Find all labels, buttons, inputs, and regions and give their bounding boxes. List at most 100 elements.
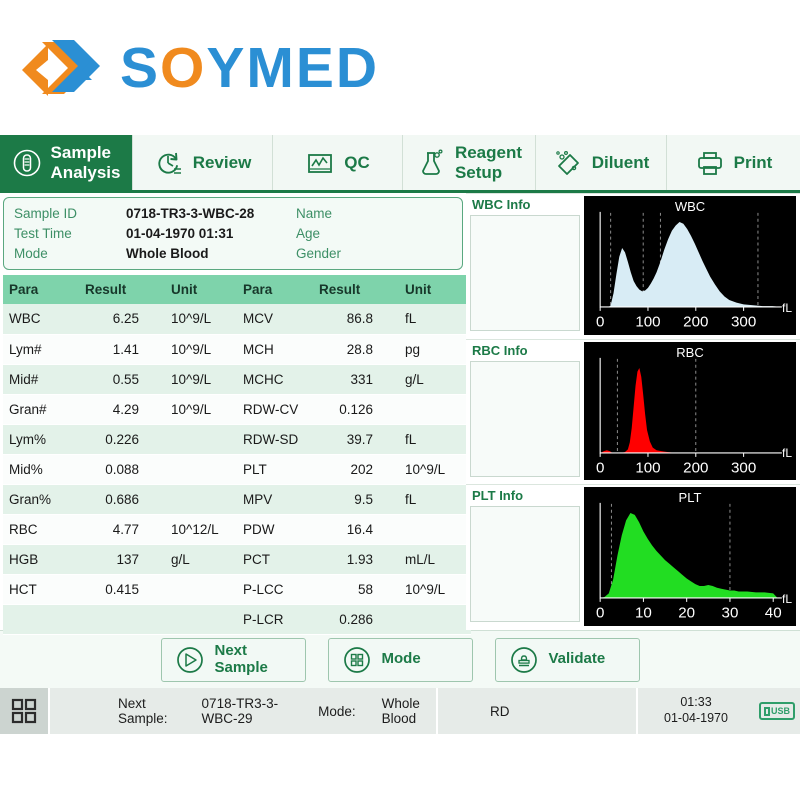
usb-status[interactable]: USB <box>754 688 800 734</box>
diluent-tag-icon <box>555 150 579 175</box>
validate-button-label: Validate <box>548 650 606 668</box>
table-cell: 6.25 <box>79 304 165 335</box>
sample-id-label: Sample ID <box>14 205 78 221</box>
results-column: Sample ID 0718-TR3-3-WBC-28 Name Test Ti… <box>0 193 471 635</box>
table-row[interactable]: Mid% 0.088 PLT 202 10^9/L <box>3 454 471 485</box>
table-cell: MCH <box>237 334 313 365</box>
table-cell: 0.126 <box>313 394 399 425</box>
table-header-cell: Result <box>313 275 399 304</box>
mode-button[interactable]: Mode <box>327 637 473 682</box>
plt-histogram[interactable]: PLT 0 10 20 30 40 fL <box>584 487 796 627</box>
printer-icon <box>697 151 722 175</box>
table-header-row: Para Result Unit Para Result Unit <box>3 275 471 304</box>
history-clock-icon <box>158 152 181 174</box>
table-cell <box>399 604 471 635</box>
grid-circle-icon <box>343 646 370 673</box>
table-cell <box>165 574 237 605</box>
table-cell: Gran% <box>3 484 79 515</box>
table-header-cell: Unit <box>399 275 471 304</box>
test-time-value: 01-04-1970 01:31 <box>126 225 234 241</box>
tab-sample-analysis[interactable]: Sample Analysis <box>0 135 133 190</box>
plt-chart-svg: 0 10 20 30 40 <box>596 503 782 622</box>
table-cell: 9.5 <box>313 484 399 515</box>
chart-tick-label: 20 <box>678 605 695 622</box>
table-cell: 1.93 <box>313 544 399 575</box>
plt-info-pane: PLT Info <box>466 485 584 631</box>
wbc-info-pane: WBC Info <box>466 194 584 339</box>
wbc-info-box <box>470 215 580 331</box>
table-cell <box>165 604 237 635</box>
tab-review-label: Review <box>192 152 252 172</box>
soymed-logo-mark <box>22 39 100 96</box>
brand-o: O <box>160 35 207 100</box>
table-cell: pg <box>399 334 471 365</box>
table-cell: P-LCC <box>237 574 313 605</box>
mode-value: Whole Blood <box>126 245 209 261</box>
main-navigation-tabs: Sample Analysis Review QC Reagent Setup … <box>0 135 800 193</box>
main-content: Sample ID 0718-TR3-3-WBC-28 Name Test Ti… <box>0 193 800 635</box>
table-row[interactable]: Mid# 0.55 10^9/L MCHC 331 g/L <box>3 364 471 395</box>
table-row[interactable]: Gran% 0.686 MPV 9.5 fL <box>3 484 471 515</box>
next-sample-line2: Sample <box>214 658 268 676</box>
table-cell: 10^9/L <box>165 334 237 365</box>
table-cell: 0.415 <box>79 574 165 605</box>
tab-review[interactable]: Review <box>133 135 273 190</box>
table-row[interactable]: P-LCR 0.286 <box>3 604 471 635</box>
wbc-histogram[interactable]: WBC 0 100 200 300 fL <box>584 196 796 335</box>
table-cell: 10^9/L <box>165 394 237 425</box>
sample-id-value: 0718-TR3-3-WBC-28 <box>126 205 255 221</box>
gender-label: Gender <box>296 245 342 261</box>
rbc-info-box <box>470 360 580 477</box>
validate-button[interactable]: Validate <box>494 637 640 682</box>
table-row[interactable]: WBC 6.25 10^9/L MCV 86.8 fL <box>3 304 471 335</box>
table-cell: fL <box>399 304 471 335</box>
wbc-axis-unit: fL <box>781 300 792 315</box>
table-cell: 4.29 <box>79 394 165 425</box>
table-cell: g/L <box>399 364 471 395</box>
table-cell: WBC <box>3 304 79 335</box>
chart-tick-label: 300 <box>731 460 756 477</box>
table-cell: 10^12/L <box>165 514 237 545</box>
tab-print[interactable]: Print <box>667 135 800 190</box>
tab-diluent[interactable]: Diluent <box>536 135 667 190</box>
chart-tick-label: 40 <box>765 605 782 622</box>
table-row[interactable]: Gran# 4.29 10^9/L RDW-CV 0.126 <box>3 394 471 425</box>
table-cell: 58 <box>313 574 399 605</box>
table-cell: MCV <box>237 304 313 335</box>
table-row[interactable]: HCT 0.415 P-LCC 58 10^9/L <box>3 574 471 605</box>
tab-reagent-setup[interactable]: Reagent Setup <box>403 135 536 190</box>
tab-reagent-setup-line2: Setup <box>454 162 503 182</box>
grid-menu-button[interactable] <box>0 688 48 734</box>
plt-block: PLT Info PLT 0 10 20 30 40 fL <box>466 484 800 631</box>
rbc-histogram[interactable]: RBC 0 100 200 300 fL <box>584 341 796 481</box>
table-row[interactable]: Lym# 1.41 10^9/L MCH 28.8 pg <box>3 334 471 365</box>
status-next-sample-value: 0718-TR3-3-WBC-29 <box>201 696 279 726</box>
table-cell: Mid% <box>3 454 79 485</box>
table-cell: P-LCR <box>237 604 313 635</box>
rbc-chart-svg: 0 100 200 300 <box>596 357 782 477</box>
chart-tick-label: 30 <box>722 605 739 622</box>
table-cell: 137 <box>79 544 165 575</box>
next-sample-line1: Next <box>214 642 248 659</box>
tab-qc[interactable]: QC <box>273 135 403 190</box>
results-table: Para Result Unit Para Result Unit WBC 6.25 10^9… <box>3 275 471 635</box>
table-cell: 10^9/L <box>165 364 237 395</box>
table-cell: mL/L <box>399 544 471 575</box>
mode-row: Mode Whole Blood Gender <box>14 243 452 263</box>
table-cell: RBC <box>3 514 79 545</box>
status-date: 01-04-1970 <box>664 711 728 725</box>
chart-area-path <box>600 513 778 599</box>
table-row[interactable]: HGB 137 g/L PCT 1.93 mL/L <box>3 544 471 575</box>
usb-label: USB <box>770 706 790 716</box>
table-row[interactable]: RBC 4.77 10^12/L PDW 16.4 <box>3 514 471 545</box>
tab-reagent-setup-line1: Reagent <box>454 143 523 163</box>
table-cell: PDW <box>237 514 313 545</box>
age-label: Age <box>296 225 321 241</box>
next-sample-button[interactable]: Next Sample <box>160 637 306 682</box>
wbc-info-title: WBC Info <box>472 197 531 212</box>
mode-button-label: Mode <box>381 650 421 668</box>
table-cell: MCHC <box>237 364 313 395</box>
table-cell: 10^9/L <box>399 454 471 485</box>
table-cell: HCT <box>3 574 79 605</box>
table-row[interactable]: Lym% 0.226 RDW-SD 39.7 fL <box>3 424 471 455</box>
